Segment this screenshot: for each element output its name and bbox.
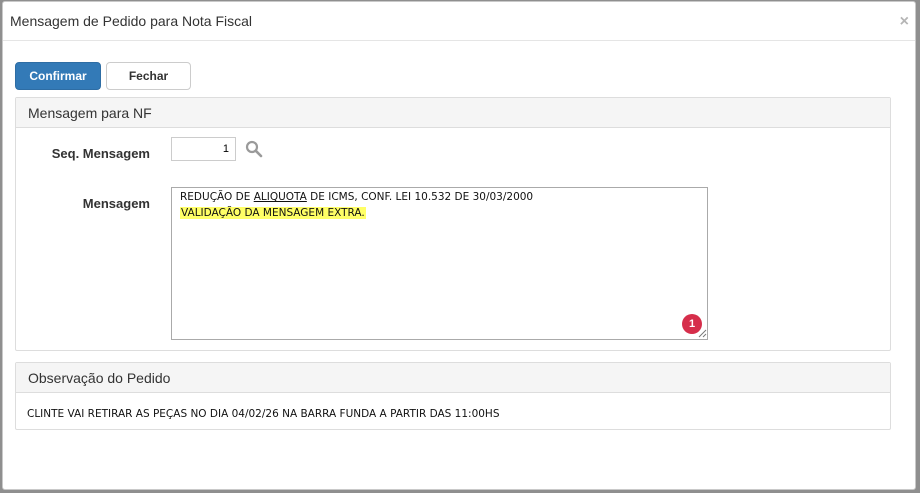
seq-label: Seq. Mensagem: [51, 146, 150, 161]
message-line-1: REDUÇÃO DE ALIQUOTA DE ICMS, CONF. LEI 1…: [180, 191, 534, 203]
search-icon[interactable]: [245, 140, 263, 158]
message-modal: Mensagem de Pedido para Nota Fiscal × Co…: [2, 1, 916, 490]
close-button[interactable]: Fechar: [106, 62, 191, 90]
message-textarea[interactable]: REDUÇÃO DE ALIQUOTA DE ICMS, CONF. LEI 1…: [171, 187, 708, 340]
seq-input[interactable]: [171, 137, 236, 161]
resize-handle-icon[interactable]: [698, 329, 707, 338]
nf-message-panel-heading: Mensagem para NF: [16, 98, 890, 128]
nf-message-panel: Mensagem para NF Seq. Mensagem Mensagem …: [15, 97, 891, 351]
order-observation-heading: Observação do Pedido: [16, 363, 890, 393]
close-icon[interactable]: ×: [900, 14, 909, 30]
order-observation-panel: Observação do Pedido CLINTE VAI RETIRAR …: [15, 362, 891, 430]
message-label: Mensagem: [82, 196, 150, 211]
modal-title: Mensagem de Pedido para Nota Fiscal: [10, 13, 253, 29]
order-observation-text: CLINTE VAI RETIRAR AS PEÇAS NO DIA 04/02…: [27, 408, 500, 420]
confirm-button[interactable]: Confirmar: [15, 62, 101, 90]
highlighted-message-line: VALIDAÇÃO DA MENSAGEM EXTRA.: [180, 207, 366, 219]
modal-header: Mensagem de Pedido para Nota Fiscal ×: [3, 2, 915, 41]
underlined-word: ALIQUOTA: [253, 191, 307, 203]
